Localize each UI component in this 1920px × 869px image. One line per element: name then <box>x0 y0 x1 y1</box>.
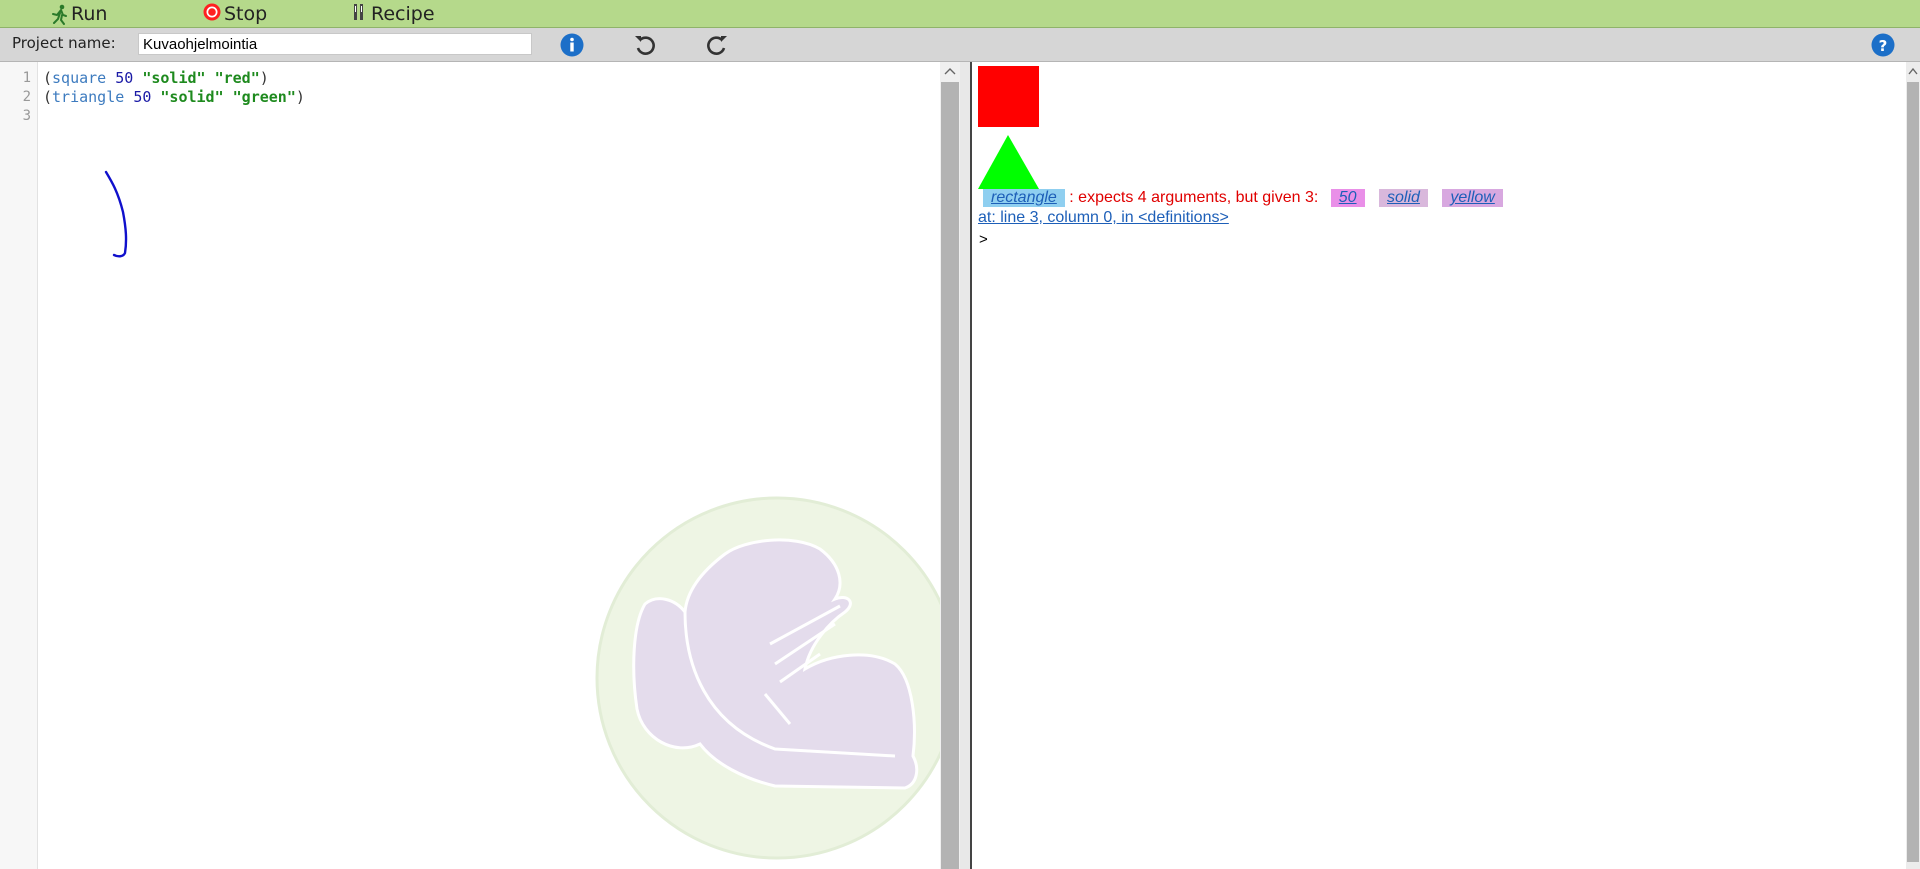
scroll-up-arrow-icon[interactable] <box>944 67 956 75</box>
running-figure-icon <box>52 4 67 25</box>
run-button[interactable]: Run <box>48 0 107 27</box>
project-name-input[interactable] <box>138 33 532 55</box>
editor-scrollbar-thumb[interactable] <box>941 82 959 869</box>
toolbar: Run Stop Recipe <box>0 0 1920 28</box>
interactions-pane[interactable] <box>972 62 1906 869</box>
interactions-scrollbar-thumb[interactable] <box>1907 82 1919 862</box>
scroll-up-arrow-icon[interactable] <box>1908 67 1918 75</box>
stop-label: Stop <box>224 2 268 25</box>
line-number: 1 <box>22 70 31 86</box>
stop-button[interactable]: Stop <box>201 0 267 27</box>
code-line[interactable]: (triangle 50 "solid" "green") <box>43 88 305 106</box>
code-string: "solid" <box>160 88 224 106</box>
code-paren: ) <box>295 88 305 106</box>
repl-output-images <box>978 66 1039 189</box>
code-function: triangle <box>52 88 125 106</box>
stop-icon <box>203 3 221 20</box>
line-number-gutter: 1 2 3 <box>0 62 38 869</box>
info-icon[interactable] <box>559 32 585 58</box>
repl-prompt[interactable]: > <box>979 231 988 248</box>
line-number: 3 <box>22 108 31 124</box>
redo-icon[interactable] <box>704 32 730 58</box>
definitions-editor[interactable]: 1 2 3 (square 50 "solid" "red") (triangl… <box>0 62 941 869</box>
code-paren: ) <box>259 69 269 87</box>
code-string: "red" <box>214 69 260 87</box>
error-location-link[interactable]: at: line 3, column 0, in <definitions> <box>978 209 1229 227</box>
code-function: square <box>52 69 107 87</box>
pen-annotation-stroke <box>104 170 128 258</box>
svg-text:?: ? <box>1879 37 1888 55</box>
code-line[interactable]: (square 50 "solid" "red") <box>43 69 269 87</box>
code-string: "green" <box>232 88 296 106</box>
line-number: 2 <box>22 89 31 105</box>
code-number: 50 <box>115 69 134 87</box>
code-paren: ( <box>43 88 53 106</box>
undo-icon[interactable] <box>632 32 658 58</box>
error-message: rectangle : expects 4 arguments, but giv… <box>983 189 1503 207</box>
recipe-button[interactable]: Recipe <box>348 0 435 27</box>
pane-divider[interactable] <box>960 62 972 869</box>
error-arg-chip[interactable]: solid <box>1379 189 1428 207</box>
error-function-chip[interactable]: rectangle <box>983 189 1065 207</box>
code-paren: ( <box>43 69 53 87</box>
red-square-output <box>978 66 1039 127</box>
shoe-logo <box>595 496 940 860</box>
help-icon[interactable]: ? <box>1870 32 1896 58</box>
project-name-label: Project name: <box>12 34 116 52</box>
utensils-icon <box>354 3 363 20</box>
error-text: : expects 4 arguments, but given 3: <box>1069 189 1319 206</box>
error-arg-chip[interactable]: yellow <box>1442 189 1503 207</box>
code-string: "solid" <box>142 69 206 87</box>
green-triangle-output <box>978 135 1039 189</box>
project-bar: Project name: ? <box>0 28 1920 62</box>
recipe-label: Recipe <box>371 2 435 25</box>
run-label: Run <box>71 2 108 25</box>
code-number: 50 <box>133 88 152 106</box>
error-arg-chip[interactable]: 50 <box>1330 189 1365 207</box>
